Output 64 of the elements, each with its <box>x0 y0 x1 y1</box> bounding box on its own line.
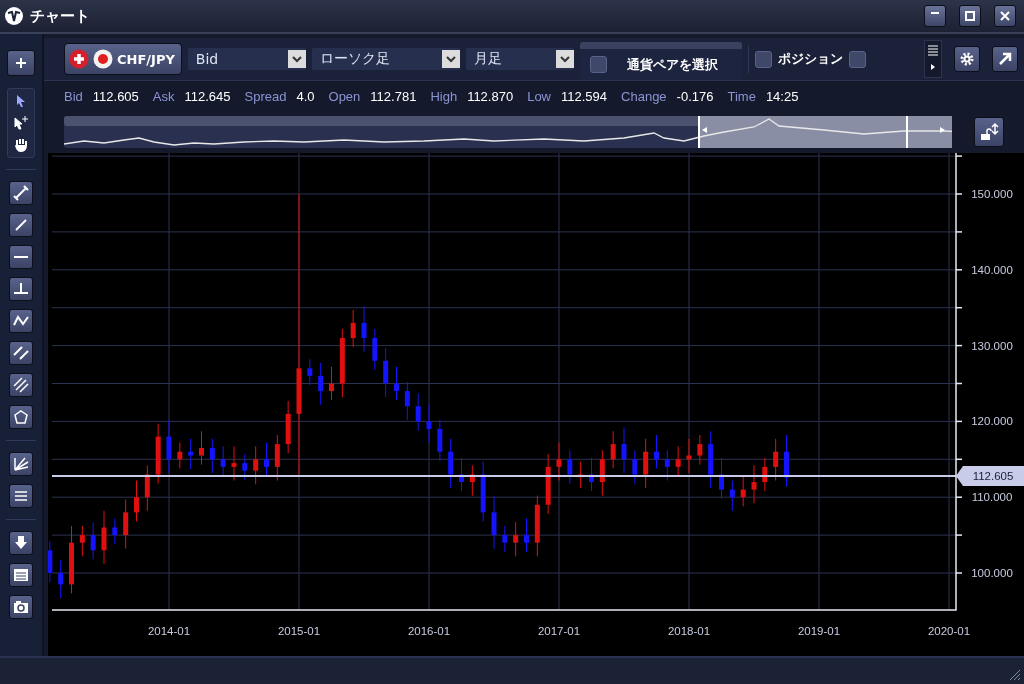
quote-value: 14:25 <box>765 88 799 104</box>
y-axis-label: 150.000 <box>971 188 1013 200</box>
pair-selector-label: 通貨ペアを選択 <box>626 55 718 74</box>
chevron-down-icon <box>287 50 306 68</box>
document-icon[interactable] <box>9 563 33 587</box>
quote-value: -0.176 <box>676 88 714 104</box>
quote-label: Change <box>621 88 667 104</box>
close-icon[interactable] <box>994 5 1016 27</box>
maximize-icon[interactable] <box>959 5 981 27</box>
chevron-down-icon <box>441 50 460 68</box>
chevron-down-icon <box>555 50 574 68</box>
quote-label: High <box>430 88 458 104</box>
range-navigator[interactable] <box>64 116 952 148</box>
resize-grip-icon[interactable] <box>1009 669 1021 681</box>
x-axis-label: 2014-01 <box>147 625 191 637</box>
x-axis-label: 2020-01 <box>927 625 971 637</box>
measure-tool-icon[interactable] <box>9 181 33 205</box>
x-axis-label: 2016-01 <box>407 625 451 637</box>
parallel-lines-icon[interactable] <box>9 341 33 365</box>
japan-flag-icon <box>93 49 113 69</box>
checkbox[interactable] <box>589 56 607 73</box>
download-icon[interactable] <box>9 531 33 555</box>
dropdown[interactable]: 月足 <box>465 48 574 70</box>
list-lines-icon[interactable] <box>9 484 33 508</box>
x-axis-label: 2018-01 <box>667 625 711 637</box>
pair-selector-tab[interactable]: 通貨ペアを選択 <box>579 42 742 80</box>
quote-label: Ask <box>152 88 175 104</box>
quote-label: Bid <box>64 88 83 104</box>
checkbox[interactable] <box>754 50 772 68</box>
y-axis-label: 140.000 <box>971 263 1013 276</box>
logo-icon <box>4 6 24 26</box>
unlock-scale-icon[interactable] <box>974 117 1004 147</box>
quote-label: Time <box>727 88 756 104</box>
currency-pair-button[interactable]: CHF/JPY <box>64 43 182 75</box>
quote-label: Open <box>328 88 361 104</box>
checkbox[interactable] <box>848 50 866 68</box>
fan-lines-icon[interactable] <box>9 452 33 476</box>
quote-label: Spread <box>244 88 287 104</box>
checkbox-label: ポジション <box>777 50 843 68</box>
quote-value: 112.605 <box>92 88 139 104</box>
x-axis-label: 2019-01 <box>797 625 841 637</box>
dropdown[interactable]: Bid <box>187 48 306 70</box>
window-title: チャート <box>30 6 90 26</box>
quote-value: 112.594 <box>561 88 608 104</box>
quote-value: 112.645 <box>184 88 231 104</box>
triple-lines-icon[interactable] <box>9 373 33 397</box>
quote-label: Low <box>527 88 551 104</box>
quote-value: 4.0 <box>296 88 315 104</box>
x-axis-label: 2017-01 <box>537 625 581 637</box>
camera-icon[interactable] <box>9 595 33 619</box>
add-icon[interactable] <box>7 50 35 76</box>
y-axis-label: 130.000 <box>971 339 1013 352</box>
quote-value: 112.870 <box>467 88 514 104</box>
dropdown[interactable]: ローソク足 <box>311 48 460 70</box>
swiss-flag-icon <box>69 49 89 69</box>
minimize-icon[interactable] <box>924 5 946 27</box>
quote-value: 112.781 <box>370 88 417 104</box>
overflow-menu-icon[interactable] <box>924 40 942 78</box>
x-axis-label: 2015-01 <box>277 625 321 637</box>
y-axis-label: 110.000 <box>971 491 1013 504</box>
y-axis-label: 120.000 <box>971 415 1013 428</box>
price-label: 112.605 <box>956 466 1024 486</box>
settings-icon[interactable] <box>954 46 980 72</box>
y-axis-label: 100.000 <box>971 567 1013 579</box>
